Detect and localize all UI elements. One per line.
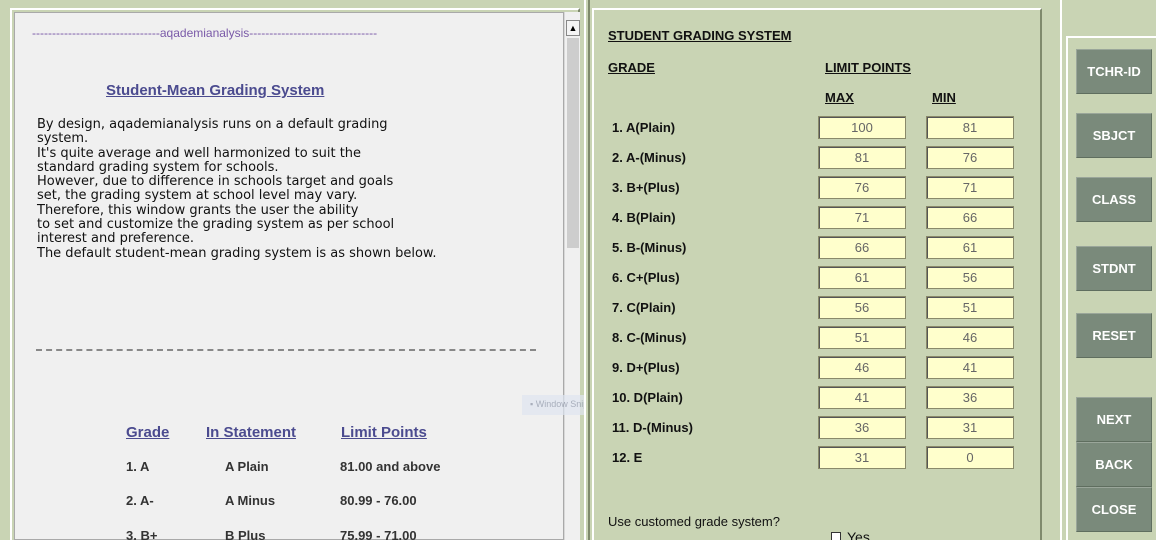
help-line: set, the grading system at school level … <box>37 188 358 204</box>
sbjct-button[interactable]: SBJCT <box>1076 113 1152 158</box>
grade-column-header: GRADE <box>608 60 655 75</box>
grade-row-label: 4. B(Plain) <box>612 210 676 225</box>
grade-min-input[interactable] <box>926 356 1014 379</box>
ref-header-points: Limit Points <box>341 424 427 441</box>
stdnt-button[interactable]: STDNT <box>1076 246 1152 291</box>
custom-grade-question: Use customed grade system? <box>608 514 780 529</box>
ref-row-grade: 1. A <box>126 459 150 474</box>
grade-row-label: 3. B+(Plus) <box>612 180 680 195</box>
max-column-header: MAX <box>825 90 854 105</box>
snip-icon: ▪ <box>530 399 534 409</box>
grade-max-input[interactable] <box>818 176 906 199</box>
limit-points-header: LIMIT POINTS <box>825 60 911 75</box>
grade-max-input[interactable] <box>818 206 906 229</box>
grade-row-label: 11. D-(Minus) <box>612 420 693 435</box>
grade-max-input[interactable] <box>818 326 906 349</box>
help-line: It's quite average and well harmonized t… <box>37 145 362 161</box>
grade-max-input[interactable] <box>818 356 906 379</box>
scroll-thumb[interactable] <box>567 38 579 248</box>
help-line: interest and preference. <box>37 231 195 247</box>
grade-min-input[interactable] <box>926 266 1014 289</box>
grade-min-input[interactable] <box>926 206 1014 229</box>
grade-min-input[interactable] <box>926 176 1014 199</box>
grade-max-input[interactable] <box>818 386 906 409</box>
grade-min-input[interactable] <box>926 146 1014 169</box>
grade-min-input[interactable] <box>926 236 1014 259</box>
ref-row-grade: 3. B+ <box>126 528 158 540</box>
grade-max-input[interactable] <box>818 146 906 169</box>
grade-row-label: 10. D(Plain) <box>612 390 683 405</box>
grade-min-input[interactable] <box>926 446 1014 469</box>
grade-row-label: 6. C+(Plus) <box>612 270 680 285</box>
grade-max-input[interactable] <box>818 296 906 319</box>
help-line: standard grading system for schools. <box>37 159 279 175</box>
grade-max-input[interactable] <box>818 416 906 439</box>
grade-row-label: 2. A-(Minus) <box>612 150 686 165</box>
grade-min-input[interactable] <box>926 326 1014 349</box>
grade-min-input[interactable] <box>926 116 1014 139</box>
help-panel-frame: --------------------------------aqademia… <box>0 0 584 540</box>
snip-label: Window Snip <box>535 399 589 409</box>
help-title: Student-Mean Grading System <box>106 82 325 99</box>
help-line: Therefore, this window grants the user t… <box>37 202 359 218</box>
grade-row-label: 9. D+(Plus) <box>612 360 680 375</box>
grade-min-input[interactable] <box>926 386 1014 409</box>
ref-row-points: 81.00 and above <box>340 459 441 474</box>
yes-label: Yes <box>847 529 870 540</box>
grade-row-label: 8. C-(Minus) <box>612 330 687 345</box>
ref-header-grade: Grade <box>126 424 170 441</box>
ref-row-statement: A Minus <box>225 493 276 508</box>
grading-panel: STUDENT GRADING SYSTEM GRADE LIMIT POINT… <box>590 0 1048 540</box>
grade-row-label: 7. C(Plain) <box>612 300 676 315</box>
ref-row-points: 80.99 - 76.00 <box>340 493 417 508</box>
next-button[interactable]: NEXT <box>1076 397 1152 442</box>
ref-row-statement: B Plus <box>225 528 266 540</box>
grade-row-label: 1. A(Plain) <box>612 120 676 135</box>
grade-row-label: 12. E <box>612 450 643 465</box>
ref-row-grade: 2. A- <box>126 493 154 508</box>
help-scrollbar[interactable]: ▲ <box>564 12 580 540</box>
grade-min-input[interactable] <box>926 296 1014 319</box>
brand-line: --------------------------------aqademia… <box>32 26 378 40</box>
help-line: system. <box>37 131 89 147</box>
help-line: By design, aqademianalysis runs on a def… <box>37 117 388 132</box>
close-button[interactable]: CLOSE <box>1076 487 1152 532</box>
help-line: However, due to difference in schools ta… <box>37 174 394 190</box>
tchr-id-button[interactable]: TCHR-ID <box>1076 49 1152 94</box>
help-body: By design, aqademianalysis runs on a def… <box>37 117 537 261</box>
checkbox-box-icon[interactable] <box>831 532 841 540</box>
class-button[interactable]: CLASS <box>1076 177 1152 222</box>
dashed-divider <box>36 349 536 351</box>
grade-max-input[interactable] <box>818 116 906 139</box>
grading-title: STUDENT GRADING SYSTEM <box>608 28 792 43</box>
custom-grade-checkbox[interactable]: Yes <box>831 529 870 540</box>
help-line: to set and customize the grading system … <box>37 217 395 233</box>
grade-max-input[interactable] <box>818 236 906 259</box>
grade-max-input[interactable] <box>818 446 906 469</box>
back-button[interactable]: BACK <box>1076 442 1152 487</box>
help-line: The default student-mean grading system … <box>37 245 437 261</box>
grade-max-input[interactable] <box>818 266 906 289</box>
min-column-header: MIN <box>932 90 956 105</box>
reset-button[interactable]: RESET <box>1076 313 1152 358</box>
nav-panel: TCHR-ID SBJCT CLASS STDNT RESET NEXT BAC… <box>1048 0 1156 540</box>
grade-min-input[interactable] <box>926 416 1014 439</box>
grade-row-label: 5. B-(Minus) <box>612 240 687 255</box>
ref-header-statement: In Statement <box>206 424 297 441</box>
ref-row-points: 75.99 - 71.00 <box>340 528 417 540</box>
scroll-up-arrow-icon[interactable]: ▲ <box>566 20 580 36</box>
ref-row-statement: A Plain <box>225 459 269 474</box>
